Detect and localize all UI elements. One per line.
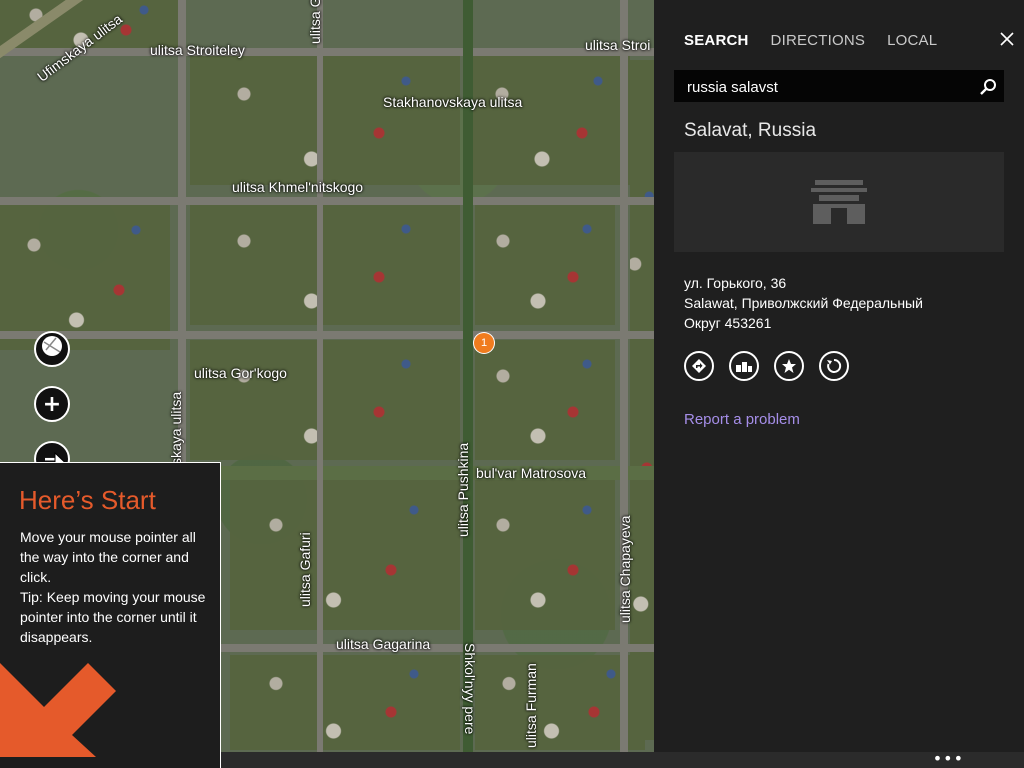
nearby-icon	[736, 362, 752, 372]
map-label-furmanova: ulitsa Furman	[523, 663, 539, 748]
share-icon	[827, 358, 842, 373]
map-style-icon	[40, 334, 64, 364]
address-line: Округ 453261	[684, 315, 772, 331]
tab-directions[interactable]: DIRECTIONS	[771, 32, 866, 49]
directions-button[interactable]	[684, 351, 714, 381]
start-tip-callout: Here’s Start Move your mouse pointer all…	[0, 462, 221, 768]
tab-search[interactable]: SEARCH	[684, 32, 749, 49]
search-box	[674, 70, 1004, 103]
map-label-gafuri-top: ulitsa Gafuri	[307, 0, 323, 44]
map-label-gagarina: ulitsa Gagarina	[336, 636, 431, 652]
result-address: ул. Горького, 36 Salawat, Приволжский Фе…	[684, 273, 923, 333]
directions-icon	[692, 359, 706, 373]
map-style-button[interactable]	[34, 331, 70, 367]
map-label-shkolnyy: Shkol'nyy pere	[462, 643, 478, 735]
corner-arrow-icon	[0, 663, 116, 757]
result-title: Salavat, Russia	[684, 120, 817, 141]
report-problem-link[interactable]: Report a problem	[684, 411, 800, 428]
plus-icon: +	[42, 391, 62, 417]
zoom-in-button[interactable]: +	[34, 386, 70, 422]
place-image-placeholder	[674, 152, 1004, 252]
map-label-stroiteley-right: ulitsa Stroi	[585, 37, 651, 53]
add-favorite-icon	[782, 359, 796, 373]
address-line: ул. Горького, 36	[684, 275, 787, 291]
tip-title: Here’s Start	[19, 485, 156, 515]
landmark-icon	[811, 180, 867, 224]
location-pin[interactable]: 1	[474, 333, 494, 353]
close-icon[interactable]	[998, 30, 1016, 48]
search-input[interactable]	[685, 71, 974, 103]
nearby-button[interactable]	[729, 351, 759, 381]
map-label-khmelnitskogo: ulitsa Khmel'nitskogo	[232, 179, 364, 195]
result-actions	[684, 351, 849, 381]
search-icon[interactable]	[979, 78, 997, 96]
map-label-pushkina: ulitsa Pushkina	[455, 442, 471, 537]
tip-body: Move your mouse pointer all the way into…	[20, 529, 206, 645]
add-favorite-button[interactable]	[774, 351, 804, 381]
map-label-chapayeva: ulitsa Chapayeva	[617, 515, 633, 623]
share-button[interactable]	[819, 351, 849, 381]
map-label-kaya-ulitsa: skaya ulitsa	[168, 391, 184, 465]
search-panel: SEARCH DIRECTIONS LOCAL Salavat, Russia …	[654, 0, 1024, 752]
panel-tabs: SEARCH DIRECTIONS LOCAL	[684, 32, 937, 49]
address-line: Salawat, Приволжский Федеральный	[684, 295, 923, 311]
map-label-stroiteley: ulitsa Stroiteley	[150, 42, 245, 58]
map-label-stakhanovskaya: Stakhanovskaya ulitsa	[383, 94, 523, 110]
app-bar: •••	[221, 749, 1024, 768]
tab-local[interactable]: LOCAL	[887, 32, 937, 49]
map-label-matrosova: bul'var Matrosova	[476, 465, 587, 481]
map-label-gorkogo: ulitsa Gor'kogo	[194, 365, 287, 381]
map-label-gafuri-bottom: ulitsa Gafuri	[297, 532, 313, 607]
